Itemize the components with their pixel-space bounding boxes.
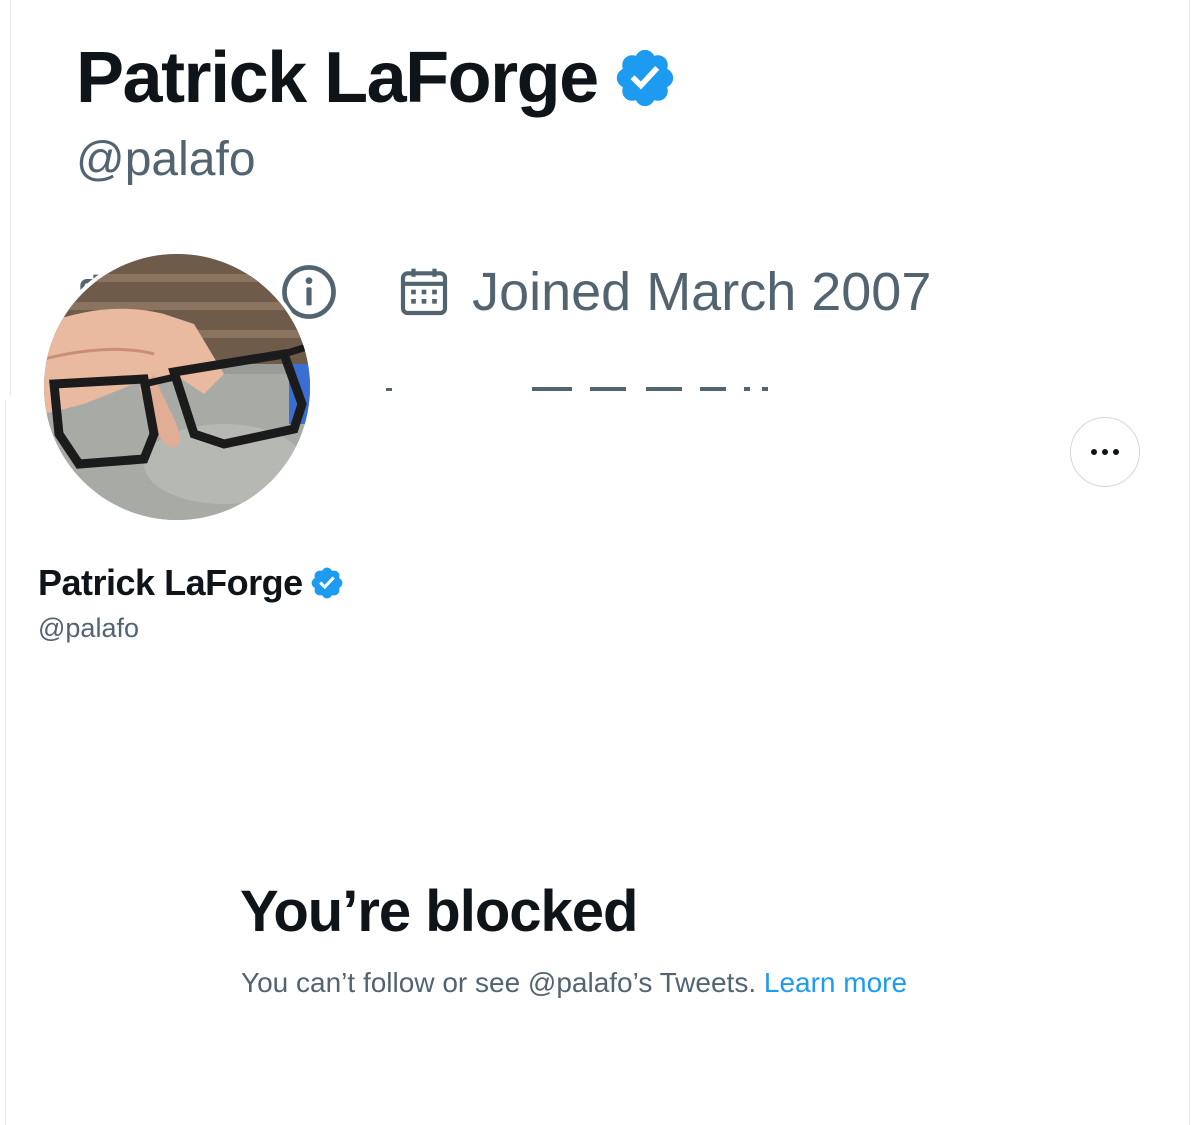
zoomed-name-text: Patrick LaForge [76, 38, 599, 118]
more-options-button[interactable] [1070, 417, 1140, 487]
zoomed-profile-handle: @palafo [76, 133, 256, 186]
profile-name-text: Patrick LaForge [38, 562, 303, 603]
blocked-message: You can’t follow or see @palafo’s Tweets… [241, 963, 907, 1003]
verified-badge-icon [616, 49, 673, 107]
verified-badge-icon[interactable] [309, 565, 345, 601]
cropped-text-strip [386, 387, 768, 391]
blocked-title: You’re blocked [240, 879, 638, 944]
avatar[interactable] [44, 254, 310, 520]
profile-name: Patrick LaForge [38, 560, 345, 606]
learn-more-link[interactable]: Learn more [764, 967, 907, 998]
frame-border-left [10, 0, 11, 395]
calendar-icon [400, 268, 448, 316]
profile-handle: @palafo [38, 613, 139, 643]
frame-border-left-lower [5, 400, 6, 1125]
zoomed-joined-date: Joined March 2007 [472, 262, 932, 322]
blocked-message-text: You can’t follow or see @palafo’s Tweets… [241, 967, 757, 998]
avatar-glasses-photo [44, 254, 310, 520]
more-horizontal-icon [1091, 449, 1119, 455]
frame-border-right [1189, 0, 1190, 1125]
zoomed-profile-name: Patrick LaForge [76, 38, 678, 118]
